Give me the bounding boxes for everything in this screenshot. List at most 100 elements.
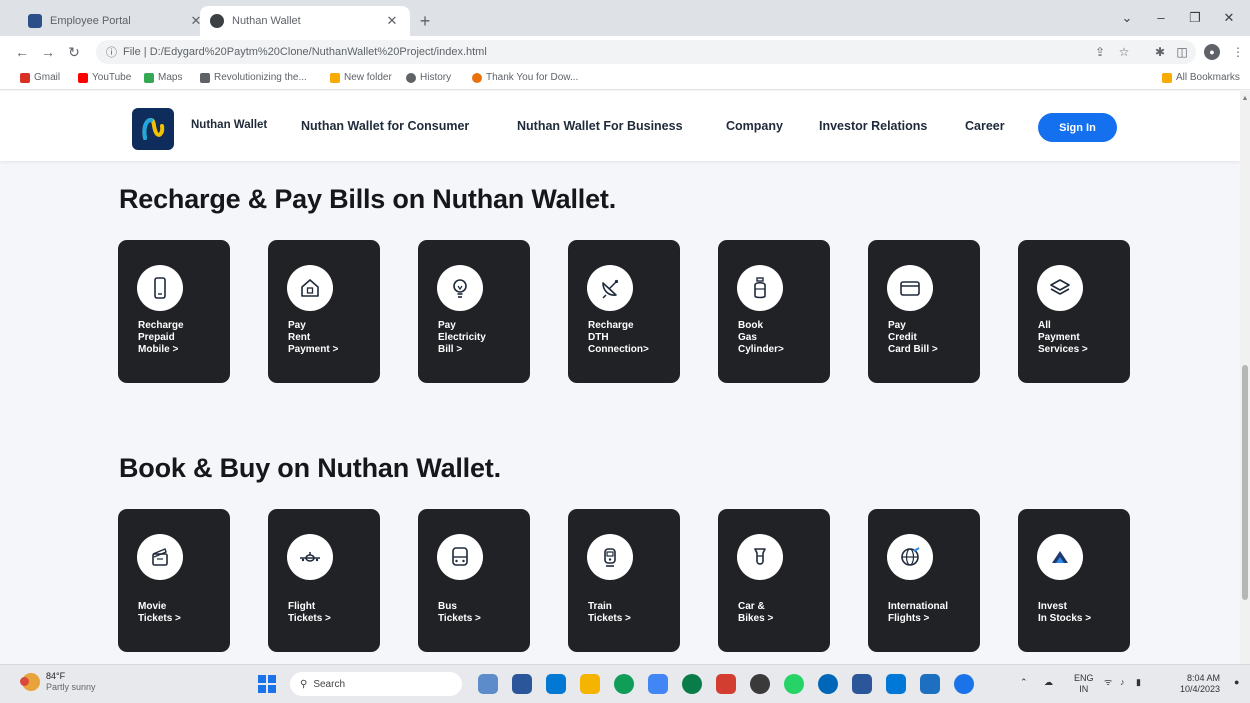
card-bus-tickets[interactable]: Bus Tickets >: [418, 509, 530, 652]
taskbar-app-icon[interactable]: [546, 674, 566, 694]
bookmark-history[interactable]: History: [406, 72, 451, 83]
taskbar-search[interactable]: ⚲ Search: [290, 672, 462, 696]
nav-link-investor-relations[interactable]: Investor Relations: [819, 119, 927, 133]
weather-sun-icon: [20, 673, 40, 691]
card-pay-electricity[interactable]: Pay Electricity Bill >: [418, 240, 530, 383]
youtube-icon: [78, 72, 88, 83]
taskbar-app-icon[interactable]: [818, 674, 838, 694]
clock[interactable]: 8:04 AM 10/4/2023: [1180, 673, 1220, 695]
bookmark-label: Gmail: [34, 72, 61, 83]
icon-circle: [587, 534, 633, 580]
url-bar[interactable]: ⓘ File | D:/Edygard%20Paytm%20Clone/Nuth…: [96, 40, 1196, 64]
card-book-gas[interactable]: Book Gas Cylinder>: [718, 240, 830, 383]
wifi-icon[interactable]: ᯤ: [1104, 677, 1112, 688]
taskbar-app-icon[interactable]: [478, 674, 498, 694]
card-label: Pay Electricity Bill >: [438, 320, 486, 355]
bookmark-maps[interactable]: Maps: [144, 72, 182, 83]
icon-circle: [437, 265, 483, 311]
card-label: Pay Rent Payment >: [288, 320, 339, 355]
whatsapp-icon[interactable]: [784, 674, 804, 694]
card-train-tickets[interactable]: Train Tickets >: [568, 509, 680, 652]
airplane-icon: [300, 552, 320, 562]
volume-icon[interactable]: ♪: [1120, 677, 1125, 688]
taskbar-app-icon[interactable]: [852, 674, 872, 694]
vscode-icon[interactable]: [886, 674, 906, 694]
share-icon[interactable]: ⇪: [1090, 42, 1110, 62]
lang-code: ENG: [1074, 673, 1094, 683]
side-panel-icon[interactable]: ◫: [1172, 42, 1192, 62]
card-invest-stocks[interactable]: Invest In Stocks >: [1018, 509, 1130, 652]
info-icon[interactable]: ⓘ: [106, 44, 117, 60]
nuthan-wallet-logo[interactable]: [132, 108, 174, 150]
maps-pin-icon: [144, 72, 154, 83]
minimize-icon[interactable]: –: [1148, 8, 1174, 28]
card-flight-tickets[interactable]: Flight Tickets >: [268, 509, 380, 652]
nav-link-consumer[interactable]: Nuthan Wallet for Consumer: [301, 119, 469, 133]
edge-browser-icon[interactable]: [614, 674, 634, 694]
taskbar-app-icon[interactable]: [512, 674, 532, 694]
bookmark-revolutionizing[interactable]: Revolutionizing the...: [200, 72, 307, 83]
bookmark-star-icon[interactable]: ☆: [1114, 42, 1134, 62]
card-label: Train Tickets >: [588, 601, 631, 624]
taskbar-app-icon[interactable]: [920, 674, 940, 694]
icon-circle: [287, 534, 333, 580]
menu-kebab-icon[interactable]: ⋮: [1228, 42, 1248, 62]
restore-icon[interactable]: ❐: [1182, 8, 1208, 28]
file-explorer-icon[interactable]: [580, 674, 600, 694]
tab-nuthan-wallet[interactable]: Nuthan Wallet ✕: [200, 6, 410, 36]
nav-link-career[interactable]: Career: [965, 119, 1005, 133]
gas-cylinder-icon: [754, 277, 766, 299]
sign-in-button[interactable]: Sign In: [1038, 113, 1117, 142]
chrome-icon[interactable]: [954, 674, 974, 694]
icon-circle: [137, 265, 183, 311]
nav-brand-link[interactable]: Nuthan Wallet: [191, 119, 267, 131]
card-international-flights[interactable]: International Flights >: [868, 509, 980, 652]
tray-chevron-icon[interactable]: ⌃: [1020, 677, 1028, 688]
notification-bell-icon[interactable]: ●: [1234, 677, 1239, 688]
book-buy-section-title: Book & Buy on Nuthan Wallet.: [119, 453, 501, 483]
tray-cloud-icon[interactable]: ☁: [1044, 677, 1053, 688]
card-pay-rent[interactable]: Pay Rent Payment >: [268, 240, 380, 383]
profile-avatar-icon[interactable]: ●: [1204, 44, 1220, 60]
taskbar-app-icon[interactable]: [682, 674, 702, 694]
card-pay-credit-card[interactable]: Pay Credit Card Bill >: [868, 240, 980, 383]
close-tab-icon[interactable]: ✕: [384, 13, 400, 29]
card-all-payment-services[interactable]: All Payment Services >: [1018, 240, 1130, 383]
reload-icon[interactable]: ↻: [64, 42, 84, 62]
weather-widget[interactable]: 84°F Partly sunny: [20, 671, 96, 693]
all-bookmarks[interactable]: All Bookmarks: [1162, 72, 1240, 83]
extensions-icon[interactable]: ✱: [1150, 42, 1170, 62]
windows-start-icon[interactable]: [258, 675, 276, 693]
search-placeholder: Search: [313, 678, 346, 690]
card-label: All Payment Services >: [1038, 320, 1088, 355]
bookmark-new-folder[interactable]: New folder: [330, 72, 392, 83]
bookmark-youtube[interactable]: YouTube: [78, 72, 131, 83]
tab-employee-portal[interactable]: Employee Portal ✕: [18, 6, 214, 36]
scroll-up-arrow-icon[interactable]: ▲: [1241, 95, 1249, 103]
bookmark-label: Revolutionizing the...: [214, 72, 307, 83]
bus-icon: [452, 547, 468, 566]
card-label: Recharge DTH Connection>: [588, 320, 649, 355]
scrollbar-thumb[interactable]: [1242, 365, 1248, 600]
card-recharge-dth[interactable]: Recharge DTH Connection>: [568, 240, 680, 383]
card-car-bikes[interactable]: Car & Bikes >: [718, 509, 830, 652]
bookmark-thank-you[interactable]: Thank You for Dow...: [472, 72, 578, 83]
taskbar-app-icon[interactable]: [750, 674, 770, 694]
taskbar-app-icon[interactable]: [716, 674, 736, 694]
nav-link-business[interactable]: Nuthan Wallet For Business: [517, 119, 683, 133]
card-label: Pay Credit Card Bill >: [888, 320, 938, 355]
forward-icon[interactable]: →: [38, 42, 58, 62]
taskbar-app-icon[interactable]: [648, 674, 668, 694]
back-icon[interactable]: ←: [12, 42, 32, 62]
language-indicator[interactable]: ENG IN: [1074, 673, 1094, 695]
battery-icon[interactable]: ▮: [1136, 677, 1141, 688]
new-tab-icon[interactable]: +: [414, 10, 436, 32]
nav-link-company[interactable]: Company: [726, 119, 783, 133]
card-movie-tickets[interactable]: Movie Tickets >: [118, 509, 230, 652]
close-window-icon[interactable]: ✕: [1216, 8, 1242, 28]
bookmark-gmail[interactable]: Gmail: [20, 72, 60, 83]
site-header: Nuthan Wallet Nuthan Wallet for Consumer…: [0, 91, 1240, 161]
tab-search-icon[interactable]: ⌄: [1114, 8, 1140, 28]
card-recharge-mobile[interactable]: Recharge Prepaid Mobile >: [118, 240, 230, 383]
folder-icon: [330, 72, 340, 83]
